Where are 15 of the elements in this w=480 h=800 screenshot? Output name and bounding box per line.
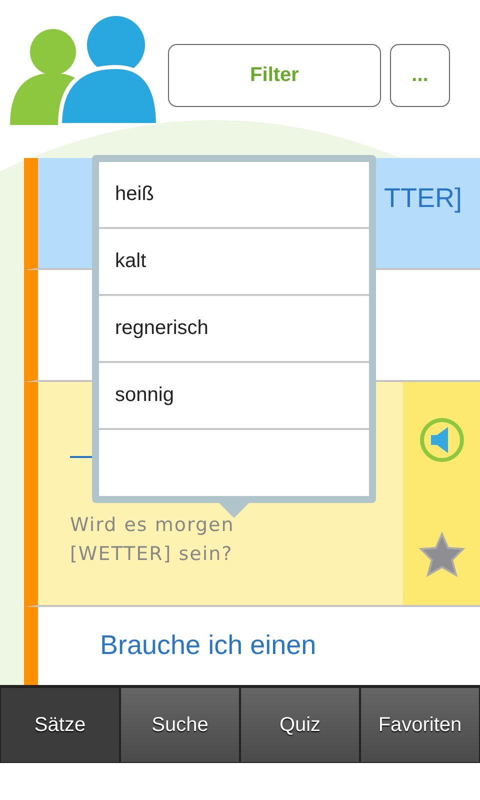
menu-item[interactable]: kalt (99, 229, 369, 296)
sentence-text: Brauche ich einen (100, 630, 316, 660)
sentence-text: TTER] (384, 182, 462, 215)
tab[interactable]: Suche (120, 687, 240, 763)
tab[interactable]: Sätze (0, 687, 120, 763)
menu-item[interactable]: regnerisch (99, 296, 369, 363)
people-logo-icon (8, 15, 158, 125)
speaker-icon[interactable] (418, 417, 464, 463)
tab[interactable]: Quiz (240, 687, 360, 763)
menu-item[interactable]: heiß (99, 162, 369, 229)
fill-in-line (70, 456, 94, 458)
star-icon[interactable] (418, 531, 464, 577)
menu-item[interactable]: sonnig (99, 363, 369, 430)
tab[interactable]: Favoriten (360, 687, 480, 763)
sentence-text: Wird es morgen [WETTER] sein? (70, 513, 236, 567)
